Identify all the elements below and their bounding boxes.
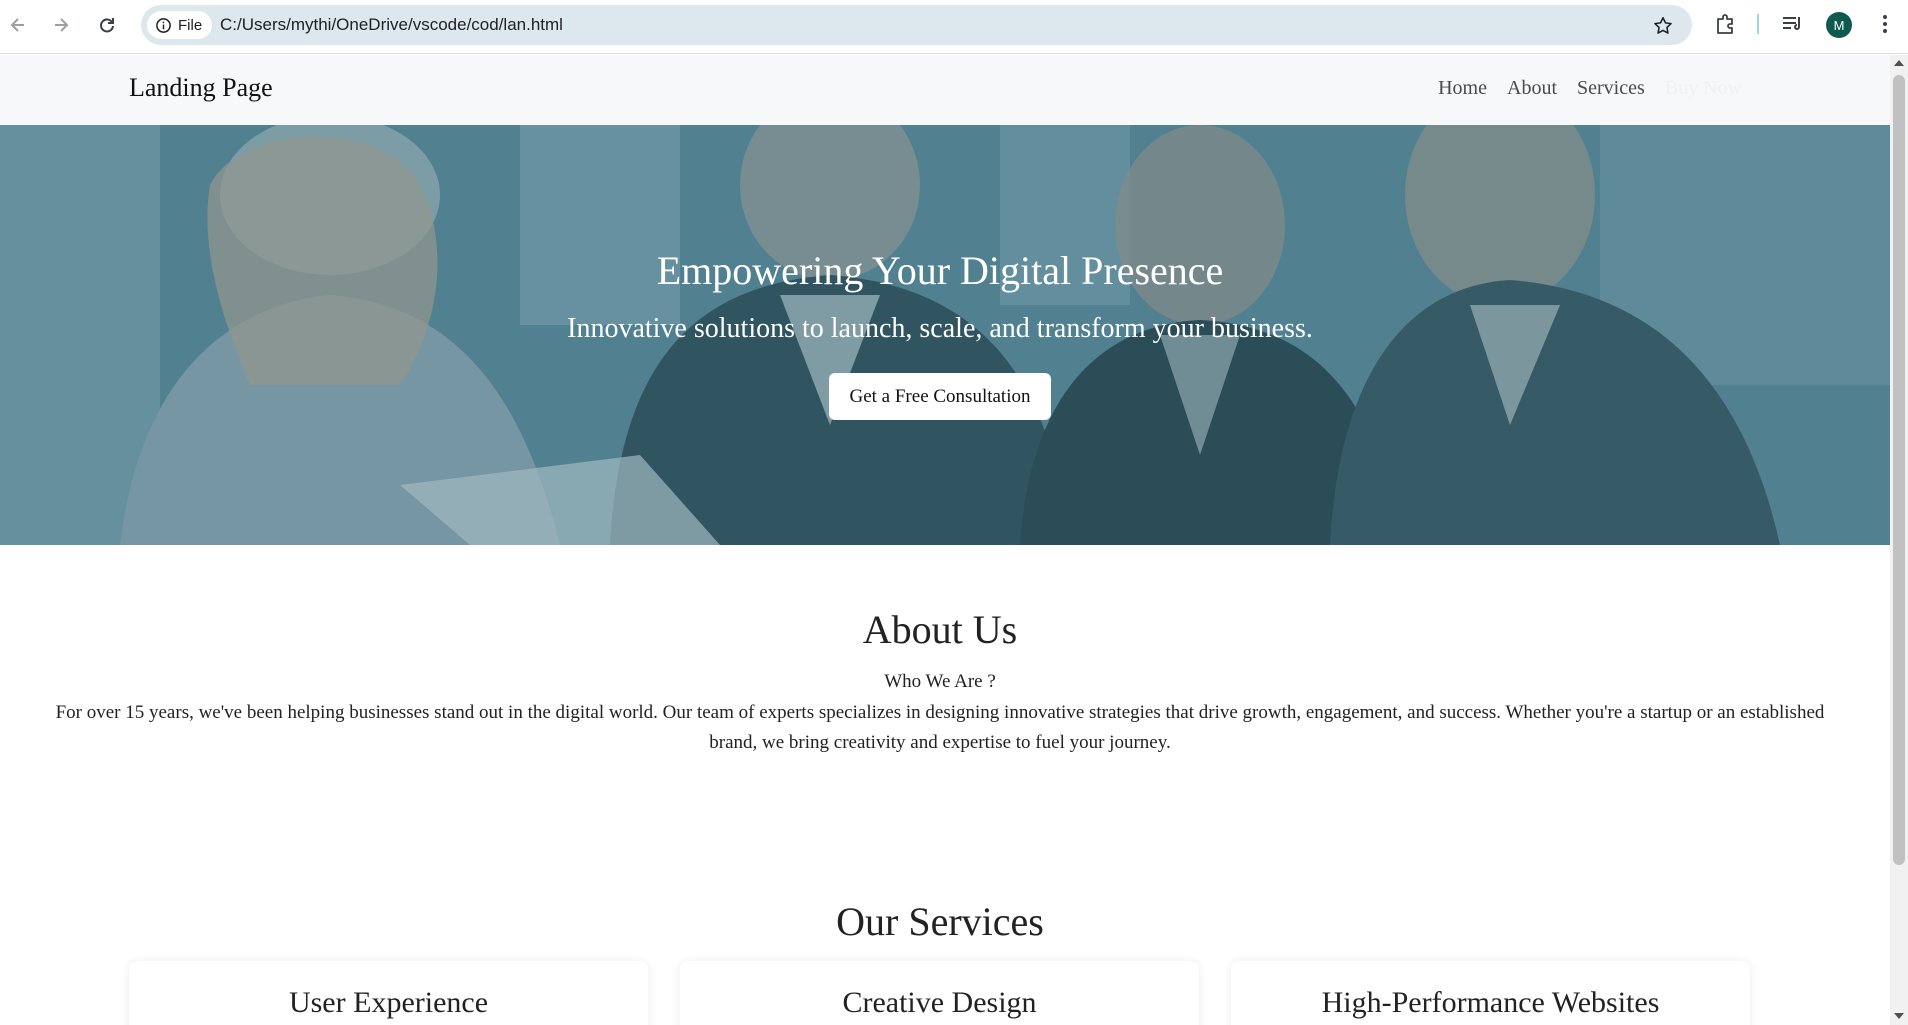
service-card-creative-design[interactable]: Creative Design (680, 961, 1199, 1025)
reload-button[interactable] (92, 10, 122, 40)
reload-icon (100, 18, 114, 33)
back-arrow-icon (10, 18, 24, 32)
about-paragraph: For over 15 years, we've been helping bu… (55, 702, 1825, 753)
extensions-puzzle-icon[interactable] (1714, 12, 1738, 36)
info-icon (156, 17, 171, 33)
hero-title: Empowering Your Digital Presence (656, 248, 1224, 293)
hero-subtitle: Innovative solutions to launch, scale, a… (567, 313, 1313, 344)
service-card-user-experience[interactable]: User Experience (129, 961, 648, 1025)
nav-links: Home About Services Buy Now (1438, 77, 1742, 100)
site-navbar: Landing Page Home About Services Buy Now (0, 55, 1890, 125)
scrollbar-thumb[interactable] (1893, 75, 1905, 865)
menu-kebab-icon[interactable] (1873, 12, 1897, 36)
nav-home[interactable]: Home (1438, 77, 1487, 100)
page-viewport: Landing Page Home About Services Buy Now (0, 55, 1890, 1025)
service-card-high-performance[interactable]: High-Performance Websites (1231, 961, 1750, 1025)
reading-list-icon[interactable] (1780, 12, 1804, 36)
nav-buy-now[interactable]: Buy Now (1665, 77, 1742, 100)
url-text[interactable]: C:/Users/mythi/OneDrive/vscode/cod/lan.h… (220, 15, 563, 35)
service-card-title: Creative Design (842, 986, 1037, 1019)
profile-avatar[interactable]: M (1826, 12, 1852, 38)
site-info-chip[interactable]: File (147, 11, 213, 39)
about-heading: About Us (862, 607, 1018, 652)
about-subheading: Who We Are ? (884, 671, 996, 692)
browser-toolbar: File C:/Users/mythi/OneDrive/vscode/cod/… (0, 0, 1908, 54)
toolbar-separator (1757, 14, 1759, 34)
scroll-down-arrow-icon[interactable] (1894, 1013, 1904, 1019)
address-bar[interactable]: File C:/Users/mythi/OneDrive/vscode/cod/… (141, 5, 1692, 45)
services-heading: Our Services (836, 899, 1044, 944)
free-consultation-button[interactable]: Get a Free Consultation (829, 373, 1051, 420)
hero-section: Empowering Your Digital Presence Innovat… (0, 125, 1890, 545)
bookmark-star-icon[interactable] (1652, 15, 1674, 37)
scroll-up-arrow-icon[interactable] (1894, 60, 1904, 66)
nav-services[interactable]: Services (1577, 77, 1645, 100)
chip-label: File (178, 16, 203, 34)
service-card-title: High-Performance Websites (1321, 986, 1660, 1019)
forward-arrow-icon (55, 18, 69, 32)
service-card-title: User Experience (288, 986, 489, 1019)
nav-about[interactable]: About (1507, 77, 1557, 100)
forward-button[interactable] (46, 10, 76, 40)
brand-logo-text[interactable]: Landing Page (129, 73, 273, 103)
back-button[interactable] (3, 10, 33, 40)
vertical-scrollbar[interactable] (1890, 55, 1908, 1025)
